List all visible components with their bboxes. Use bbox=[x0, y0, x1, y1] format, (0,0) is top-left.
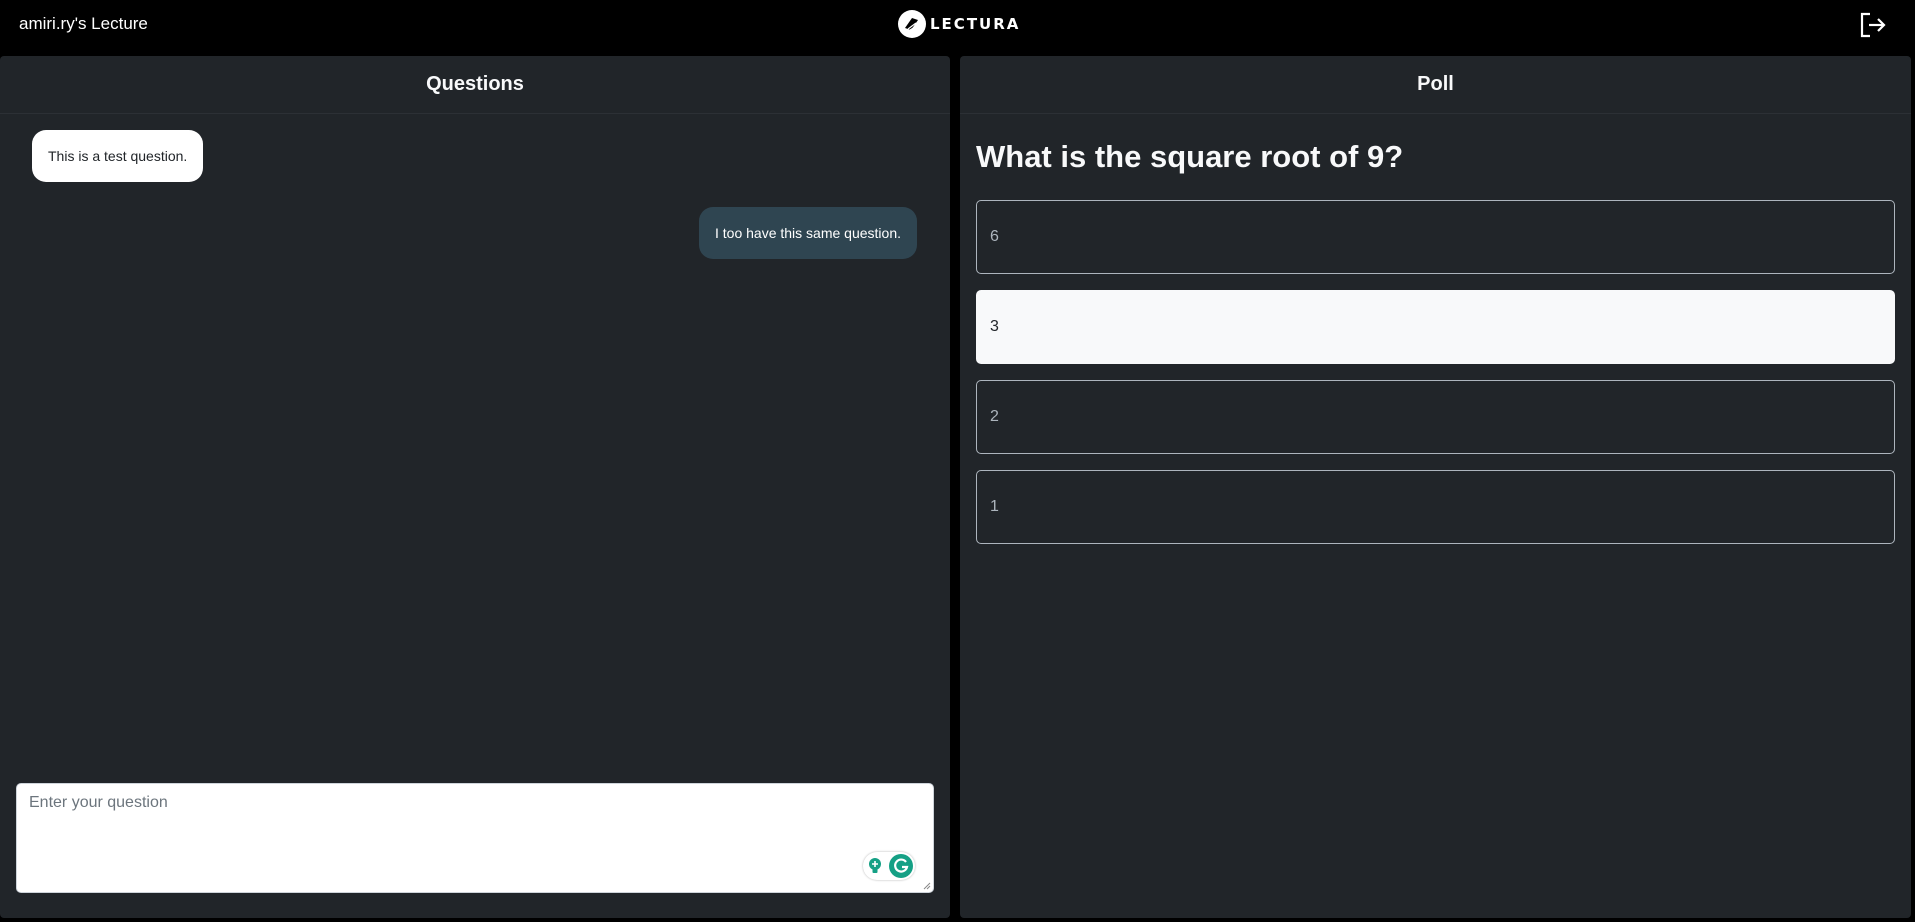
poll-question: What is the square root of 9? bbox=[976, 139, 1404, 174]
questions-panel: Questions This is a test question. I too… bbox=[0, 56, 950, 918]
question-bubble: This is a test question. bbox=[32, 130, 204, 182]
poll-panel: Poll What is the square root of 9? 6 3 2… bbox=[960, 56, 1911, 918]
question-input-box bbox=[16, 783, 934, 893]
top-navbar: amiri.ry's Lecture LECTURA bbox=[0, 0, 1915, 48]
lectura-logo[interactable]: LECTURA bbox=[898, 9, 1020, 39]
question-bubble: I too have this same question. bbox=[699, 207, 917, 259]
poll-option[interactable]: 6 bbox=[976, 200, 1895, 274]
lecture-title: amiri.ry's Lecture bbox=[19, 14, 148, 33]
poll-option[interactable]: 2 bbox=[976, 380, 1895, 454]
poll-option-label: 1 bbox=[990, 498, 999, 515]
grammarly-widget[interactable] bbox=[863, 852, 915, 880]
poll-option-label: 6 bbox=[990, 228, 999, 245]
resize-handle-icon[interactable] bbox=[921, 880, 931, 890]
logout-button[interactable] bbox=[1858, 10, 1888, 40]
lightbulb-icon[interactable] bbox=[865, 856, 885, 876]
poll-option[interactable]: 1 bbox=[976, 470, 1895, 544]
grammarly-icon[interactable] bbox=[889, 854, 913, 878]
logout-icon bbox=[1860, 12, 1886, 38]
logo-wordmark: LECTURA bbox=[930, 15, 1021, 33]
poll-option-selected[interactable]: 3 bbox=[976, 290, 1895, 364]
poll-option-label: 2 bbox=[990, 408, 999, 425]
poll-panel-title: Poll bbox=[960, 56, 1911, 114]
poll-option-label: 3 bbox=[990, 318, 999, 335]
questions-panel-title: Questions bbox=[0, 56, 950, 114]
logo-mark-icon bbox=[898, 10, 926, 38]
question-input[interactable] bbox=[17, 784, 933, 892]
